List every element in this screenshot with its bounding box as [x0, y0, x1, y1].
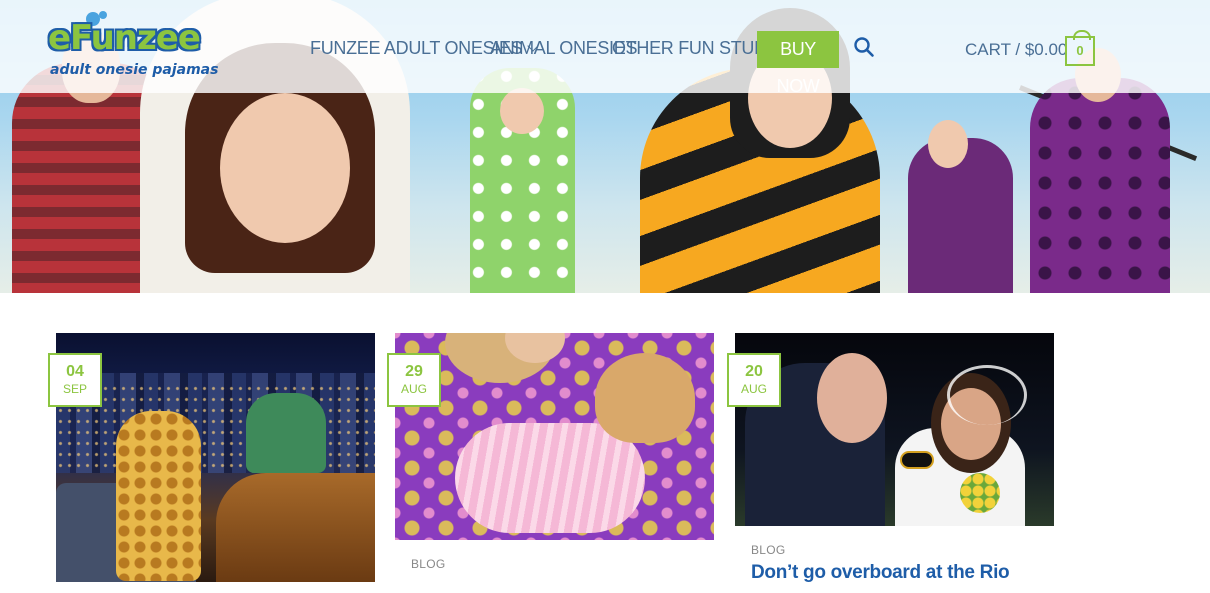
date-month: AUG [400, 382, 427, 396]
blog-card[interactable]: 04 SEP [48, 333, 375, 593]
post-category: BLOG [411, 557, 446, 571]
date-day: 29 [405, 363, 423, 380]
cart-link[interactable]: CART / $0.00 [965, 40, 1067, 60]
date-badge: 04 SEP [48, 353, 102, 407]
post-title[interactable]: Don’t go overboard at the Rio [751, 562, 1010, 584]
cart-total: $0.00 [1024, 40, 1068, 59]
hero-model-sheep-onesie [470, 68, 575, 293]
date-day: 04 [66, 363, 84, 380]
date-badge: 29 AUG [387, 353, 441, 407]
logo-tagline: adult onesie pajamas [50, 62, 219, 78]
hero-model-purple-onesie [908, 120, 1013, 293]
search-icon[interactable] [853, 36, 875, 58]
logo-wordmark: eFunzee [48, 18, 201, 58]
hero-model-wizard-onesie [1030, 48, 1170, 293]
blog-card-image[interactable] [56, 333, 375, 582]
site-header: eFunzee adult onesie pajamas FUNZEE ADUL… [0, 0, 1210, 96]
cart-count: 0 [1076, 43, 1084, 58]
date-badge: 20 AUG [727, 353, 781, 407]
hero-model-bee-onesie [640, 8, 880, 293]
date-month: AUG [740, 382, 767, 396]
date-day: 20 [745, 363, 763, 380]
date-month: SEP [62, 382, 87, 396]
blog-card[interactable]: 29 AUG BLOG [387, 333, 714, 593]
cart-label: CART / [965, 40, 1021, 59]
post-category: BLOG [751, 543, 786, 557]
blog-card-image[interactable] [395, 333, 714, 540]
blog-card-image[interactable] [735, 333, 1054, 526]
site-logo[interactable]: eFunzee adult onesie pajamas [48, 12, 223, 84]
blog-card[interactable]: 20 AUG BLOG Don’t go overboard at the Ri… [727, 333, 1054, 593]
cart-bag-icon[interactable]: 0 [1065, 30, 1095, 66]
buy-now-button[interactable]: BUY NOW [757, 31, 839, 96]
nav-item-label: OTHER FUN STUFF [612, 38, 776, 58]
